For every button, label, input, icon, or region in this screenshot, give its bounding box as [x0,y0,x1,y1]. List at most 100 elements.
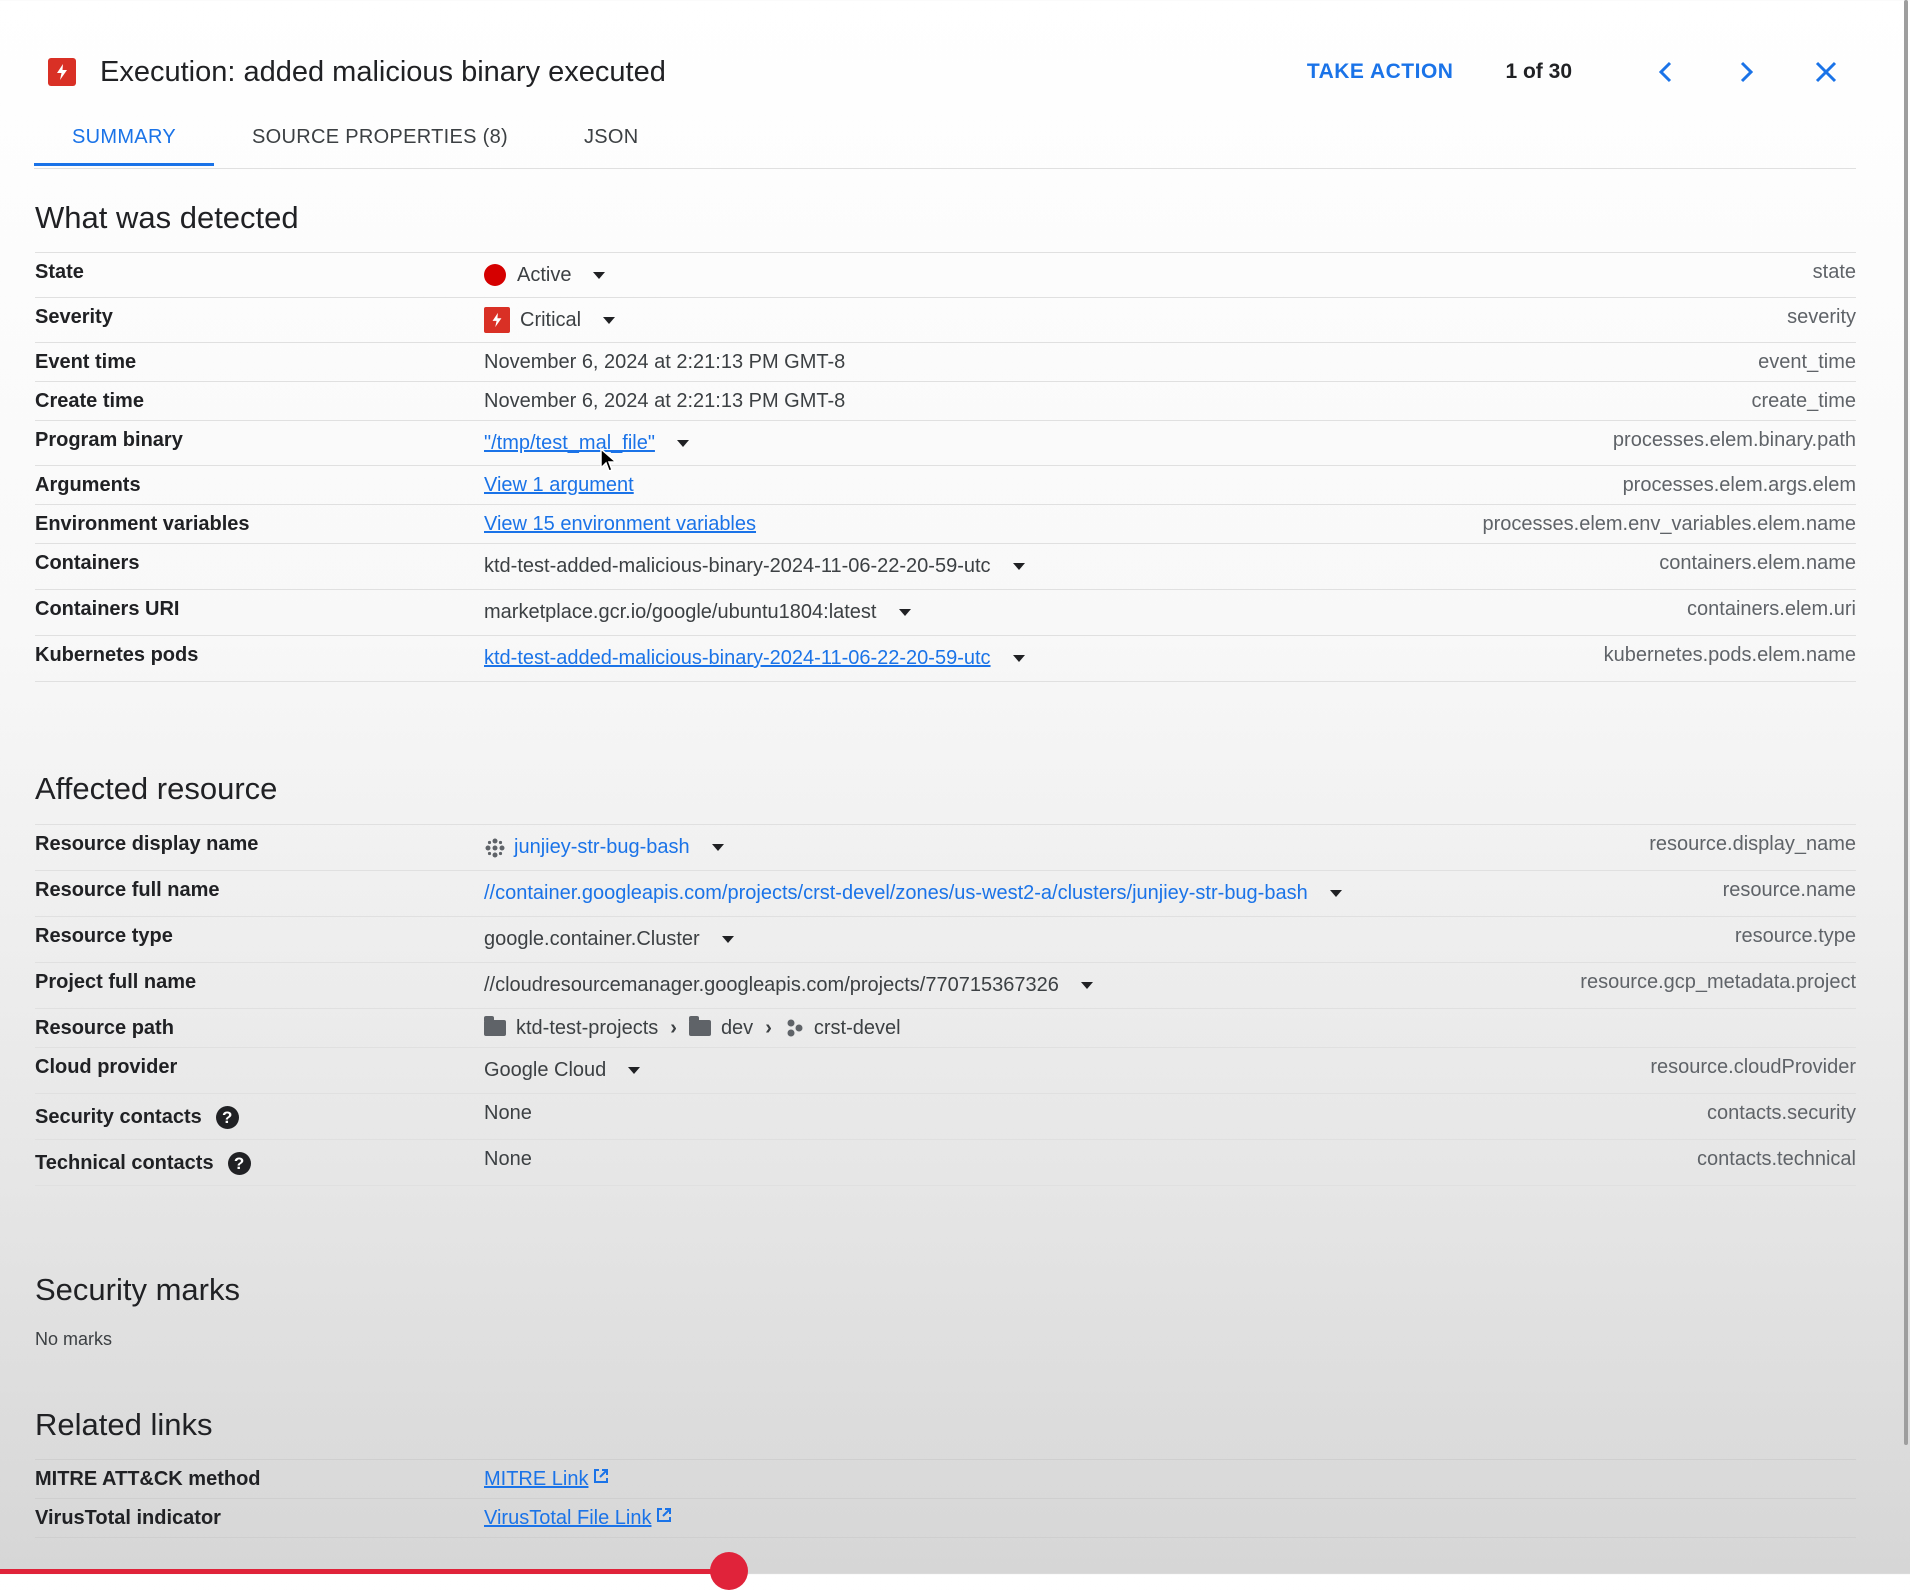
program-binary-dropdown-caret[interactable] [676,439,689,447]
section-title-detected: What was detected [35,200,299,235]
virustotal-link[interactable]: VirusTotal File Link [484,1507,651,1530]
row-security-contacts: Security contacts ? None contacts.securi… [35,1094,1856,1140]
resource-path-breadcrumb: ktd-test-projects › dev › crst-devel [484,1009,1856,1047]
security-contacts-value: None [484,1102,532,1124]
finding-header: Execution: added malicious binary execut… [34,44,1856,100]
field-name: resource.gcp_metadata.project [1580,971,1856,993]
row-label: Resource full name [35,879,220,901]
field-name: event_time [1758,351,1856,373]
row-label: Cloud provider [35,1056,178,1078]
tab-source-properties[interactable]: SOURCE PROPERTIES (8) [214,112,546,166]
row-virustotal: VirusTotal indicator VirusTotal File Lin… [35,1499,1856,1538]
field-name: resource.cloudProvider [1650,1056,1856,1078]
related-links-table: MITRE ATT&CK method MITRE Link VirusTota… [35,1459,1856,1538]
tab-summary[interactable]: SUMMARY [34,112,214,166]
mitre-link[interactable]: MITRE Link [484,1468,588,1491]
row-kubernetes-pods: Kubernetes pods ktd-test-added-malicious… [35,636,1856,682]
field-name: create_time [1751,390,1857,412]
event-time-value: November 6, 2024 at 2:21:13 PM GMT-8 [484,350,846,373]
row-label: Resource path [35,1017,174,1039]
path-segment: crst-devel [813,1016,901,1039]
resource-full-name-dropdown-caret[interactable] [1329,890,1342,897]
row-label: Security contacts [35,1106,202,1128]
chevron-left-icon [1658,61,1672,83]
help-icon[interactable]: ? [215,1106,239,1129]
row-environment-variables: Environment variables View 15 environmen… [35,505,1856,544]
finding-details-panel: Execution: added malicious binary execut… [0,0,1910,1590]
close-button[interactable] [1796,48,1856,96]
kubernetes-pods-dropdown-caret[interactable] [1012,655,1025,662]
field-name: kubernetes.pods.elem.name [1603,644,1856,666]
project-full-name-dropdown-caret[interactable] [1080,982,1093,989]
row-state: State Active state [35,253,1856,298]
field-name: containers.elem.uri [1687,598,1856,620]
state-dropdown-caret[interactable] [593,271,606,279]
row-technical-contacts: Technical contacts ? None contacts.techn… [35,1140,1856,1186]
previous-finding-button[interactable] [1636,48,1696,96]
row-label: Project full name [35,971,197,993]
take-action-button[interactable]: TAKE ACTION [1307,60,1454,84]
chevron-right-icon [1740,61,1754,83]
containers-dropdown-caret[interactable] [1012,563,1025,570]
project-full-name-value: //cloudresourcemanager.googleapis.com/pr… [484,974,1059,996]
video-progress-bar[interactable] [0,1569,730,1574]
field-name: contacts.technical [1697,1148,1856,1170]
resource-type-value: google.container.Cluster [484,928,700,950]
containers-value: ktd-test-added-malicious-binary-2024-11-… [484,555,991,577]
chevron-right-icon: › [765,1016,772,1039]
row-label: Resource display name [35,833,259,855]
field-name: state [1812,261,1856,283]
detected-table: State Active state Severity Critical sev… [35,252,1856,682]
field-name: processes.elem.binary.path [1612,429,1856,451]
view-arguments-link[interactable]: View 1 argument [484,474,634,497]
row-label: Program binary [35,429,183,451]
resource-display-name-dropdown-caret[interactable] [711,844,724,851]
open-in-new-icon [655,1506,673,1530]
row-label: State [35,261,84,283]
severity-value: Critical [520,308,582,331]
folder-icon [484,1016,506,1036]
row-label: Arguments [35,474,141,496]
tab-bar: SUMMARY SOURCE PROPERTIES (8) JSON [34,112,1856,169]
view-env-variables-link[interactable]: View 15 environment variables [484,513,756,536]
field-name: resource.name [1722,879,1856,901]
state-value: Active [517,263,572,286]
next-finding-button[interactable] [1716,48,1776,96]
cloud-provider-dropdown-caret[interactable] [628,1067,641,1074]
tab-json[interactable]: JSON [546,112,677,166]
no-marks-text: No marks [35,1329,113,1349]
containers-uri-dropdown-caret[interactable] [898,609,911,616]
row-label: Environment variables [35,513,250,535]
critical-severity-icon [48,58,76,86]
severity-dropdown-caret[interactable] [603,316,616,324]
resource-display-name-link[interactable]: junjiey-str-bug-bash [514,836,690,859]
field-name: containers.elem.name [1659,552,1856,574]
kubernetes-pod-link[interactable]: ktd-test-added-malicious-binary-2024-11-… [484,647,991,670]
video-scrubber-handle[interactable] [710,1552,748,1590]
containers-uri-value: marketplace.gcr.io/google/ubuntu1804:lat… [484,601,877,623]
help-icon[interactable]: ? [227,1152,251,1175]
vertical-scrollbar[interactable] [1896,0,1910,1460]
mouse-cursor-icon [600,448,618,472]
row-arguments: Arguments View 1 argument processes.elem… [35,466,1856,505]
row-create-time: Create time November 6, 2024 at 2:21:13 … [35,382,1856,421]
finding-counter: 1 of 30 [1505,60,1572,83]
folder-icon [688,1016,711,1036]
field-name: processes.elem.env_variables.elem.name [1482,513,1856,535]
row-resource-type: Resource type google.container.Cluster r… [35,917,1856,963]
resource-full-name-link[interactable]: //container.googleapis.com/projects/crst… [484,882,1308,905]
program-binary-link[interactable]: "/tmp/test_mal_file" [484,432,655,455]
active-state-dot [484,264,506,286]
section-title-related-links: Related links [35,1407,213,1442]
row-severity: Severity Critical severity [35,298,1856,343]
row-label: Containers URI [35,598,180,620]
section-title-affected: Affected resource [35,771,278,806]
path-segment: ktd-test-projects [516,1016,659,1039]
resource-type-dropdown-caret[interactable] [721,936,734,943]
row-event-time: Event time November 6, 2024 at 2:21:13 P… [35,343,1856,382]
cloud-provider-value: Google Cloud [484,1059,607,1081]
row-label: Technical contacts [35,1152,214,1174]
field-name: contacts.security [1707,1102,1856,1124]
row-label: VirusTotal indicator [35,1507,221,1529]
row-label: Resource type [35,925,173,947]
